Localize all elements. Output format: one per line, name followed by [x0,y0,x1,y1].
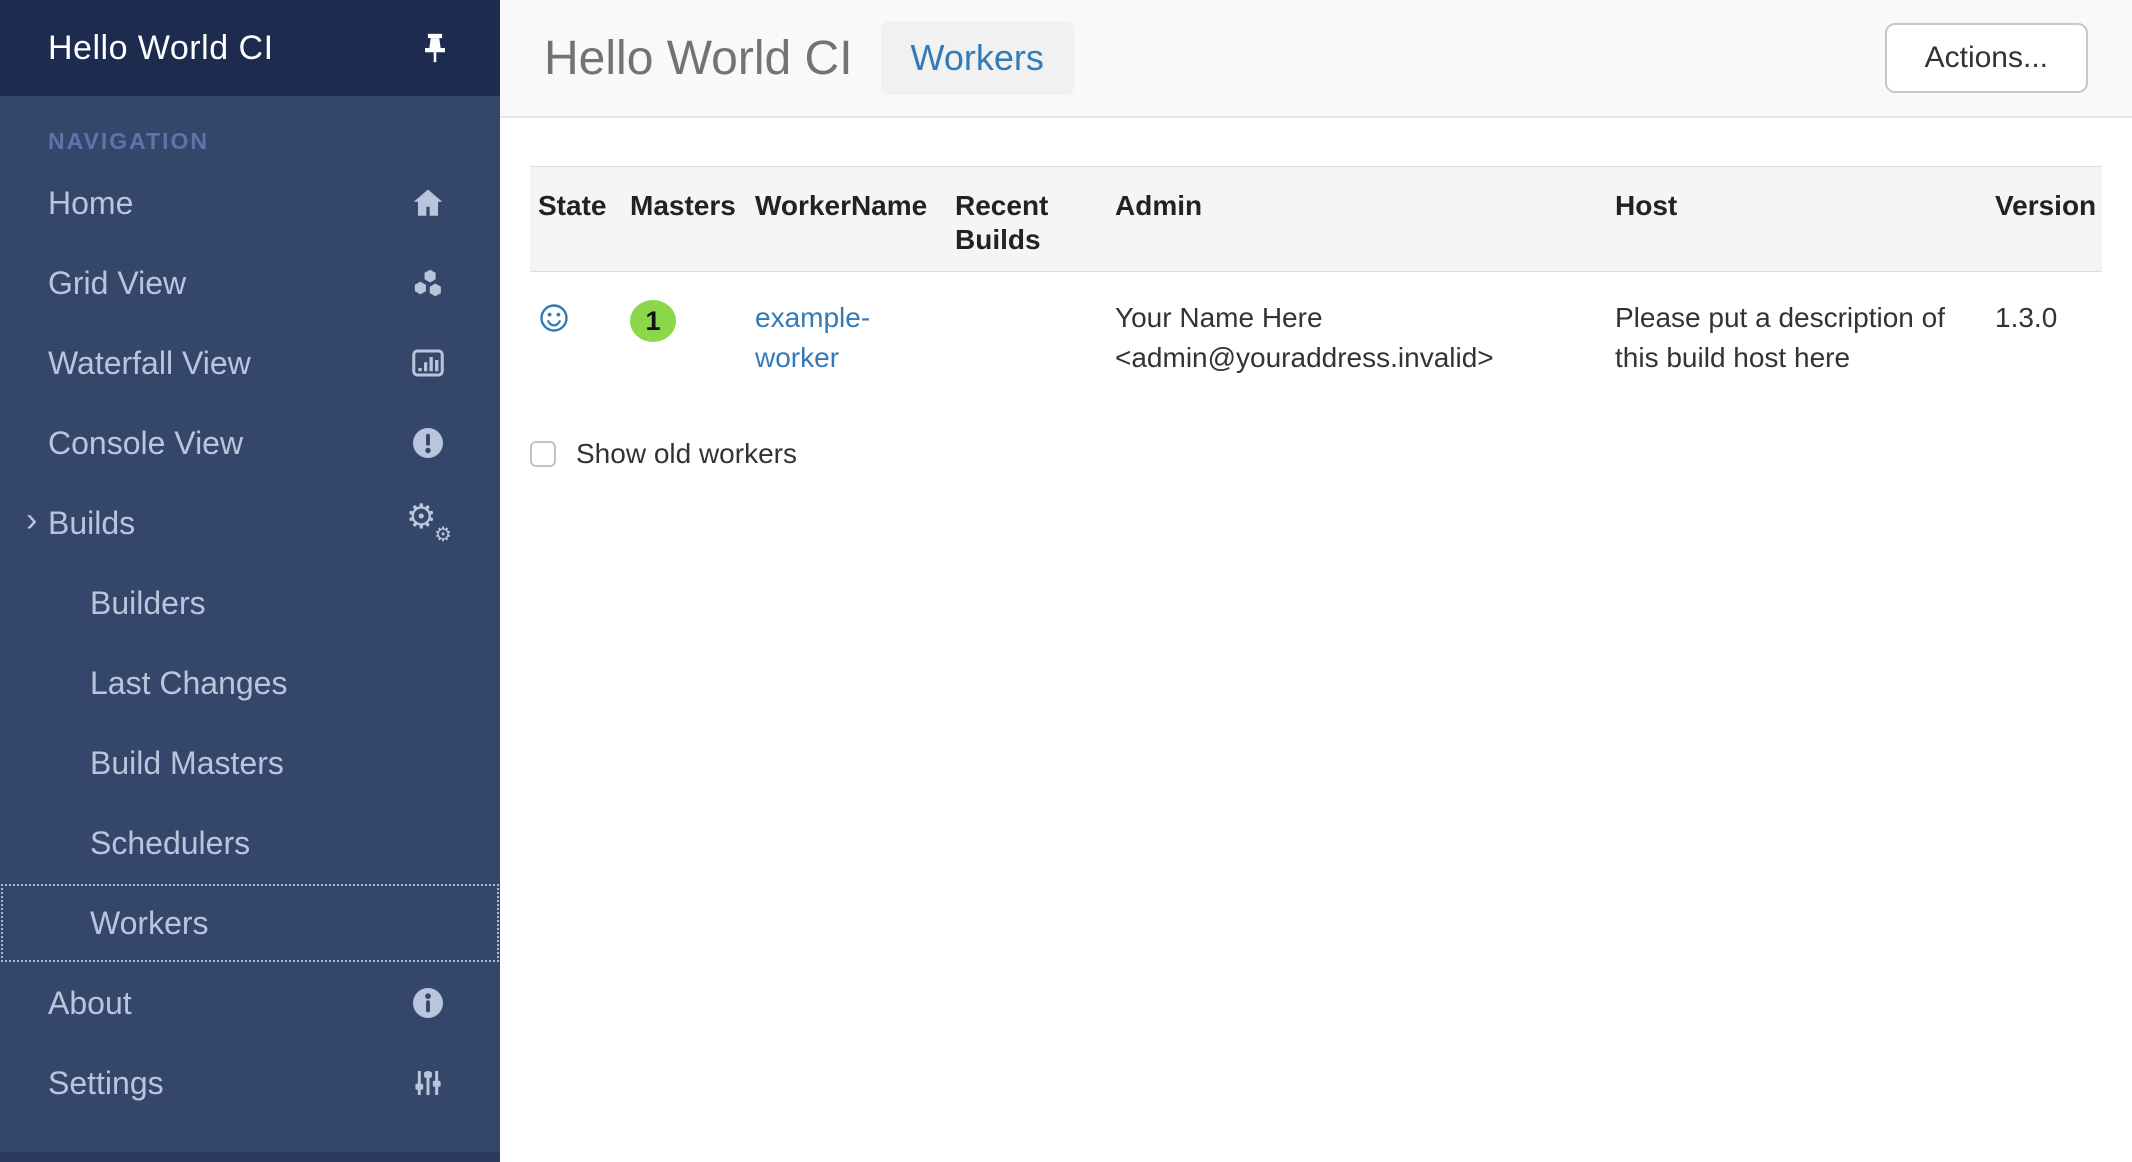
column-header-host: Host [1607,167,1987,272]
worker-name-link[interactable]: example-worker [755,302,870,373]
sidebar-item-settings[interactable]: Settings [0,1043,500,1123]
tab-workers[interactable]: Workers [881,21,1074,95]
thumbtack-icon[interactable] [418,31,452,65]
info-circle-icon [408,983,448,1023]
column-header-workername: WorkerName [747,167,947,272]
column-header-masters: Masters [622,167,747,272]
admin-cell: Your Name Here <admin@youraddress.invali… [1107,272,1607,405]
column-header-recent-builds: Recent Builds [947,167,1107,272]
sidebar-item-console-view[interactable]: Console View [0,403,500,483]
show-old-workers-checkbox[interactable] [530,441,556,467]
sidebar-item-grid-view[interactable]: Grid View [0,243,500,323]
sidebar-item-waterfall-view[interactable]: Waterfall View [0,323,500,403]
sidebar-item-about[interactable]: About [0,963,500,1043]
sidebar-item-builds[interactable]: Builds [0,483,500,563]
sidebar-item-build-masters[interactable]: Build Masters [0,723,500,803]
sidebar-item-last-changes[interactable]: Last Changes [0,643,500,723]
navigation-section-label: NAVIGATION [48,128,500,155]
sidebar-item-builders[interactable]: Builders [0,563,500,643]
sidebar-item-label: Build Masters [90,745,284,782]
sidebar-item-label: Last Changes [90,665,287,702]
sidebar-item-label: Console View [48,425,243,462]
column-header-state: State [530,167,622,272]
main-panel: Hello World CI Workers Actions... State … [500,0,2132,1162]
recent-builds-cell [947,272,1107,405]
page-title: Hello World CI [544,31,853,86]
sidebar-item-label: Schedulers [90,825,250,862]
cubes-icon [408,263,448,303]
table-header-row: State Masters WorkerName Recent Builds A… [530,167,2102,272]
brand-title: Hello World CI [48,29,418,68]
column-header-version: Version [1987,167,2102,272]
sidebar-item-label: Builds [48,505,135,542]
sidebar-item-label: Waterfall View [48,345,251,382]
version-cell: 1.3.0 [1987,272,2102,405]
masters-count-badge: 1 [630,300,676,342]
table-row: 1 example-worker Your Name Here <admin@y… [530,272,2102,405]
app-window: Hello World CI NAVIGATION Home Grid View [0,0,2132,1162]
host-cell: Please put a description of this build h… [1607,272,1987,405]
show-old-workers-row: Show old workers [530,438,2102,470]
sidebar: Hello World CI NAVIGATION Home Grid View [0,0,500,1162]
sidebar-item-label: Settings [48,1065,164,1102]
sidebar-brand-bar: Hello World CI [0,0,500,96]
chevron-right-icon [26,501,37,540]
sidebar-item-label: Home [48,185,133,222]
sidebar-item-workers[interactable]: Workers [0,883,500,963]
page-header: Hello World CI Workers Actions... [500,0,2132,118]
sidebar-item-label: About [48,985,132,1022]
exclamation-circle-icon [408,423,448,463]
show-old-workers-label: Show old workers [576,438,797,470]
column-header-admin: Admin [1107,167,1607,272]
sidebar-footer-strip [0,1152,500,1162]
bar-chart-icon [408,343,448,383]
cogs-icon [408,503,448,543]
sliders-icon [408,1063,448,1103]
sidebar-item-label: Workers [90,905,209,942]
smiley-face-icon [538,309,570,340]
sidebar-item-label: Grid View [48,265,186,302]
home-icon [408,183,448,223]
sidebar-item-home[interactable]: Home [0,163,500,243]
sidebar-item-schedulers[interactable]: Schedulers [0,803,500,883]
actions-button[interactable]: Actions... [1885,23,2088,93]
workers-table: State Masters WorkerName Recent Builds A… [530,166,2102,404]
sidebar-item-label: Builders [90,585,206,622]
content-area: State Masters WorkerName Recent Builds A… [500,118,2132,470]
